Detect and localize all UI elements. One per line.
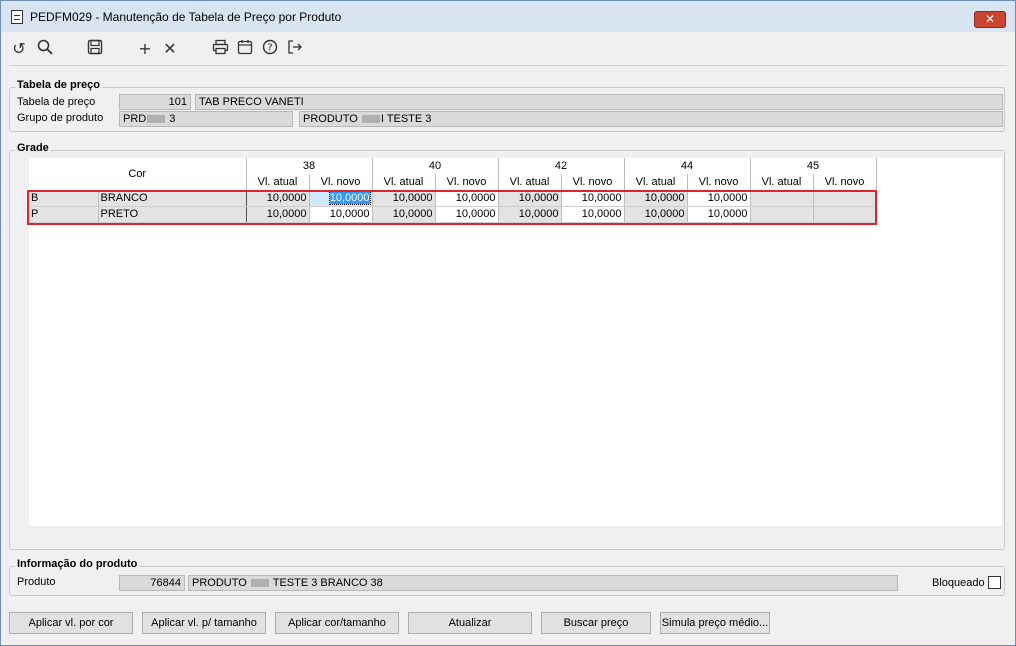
vl-atual-header: Vl. atual [372, 174, 436, 191]
vl-novo-header: Vl. novo [687, 174, 751, 191]
vl-atual-cell: 10,0000 [498, 206, 562, 223]
vl-novo-cell[interactable]: 10,0000 [435, 206, 499, 223]
grupo-produto-label: Grupo de produto [17, 112, 104, 124]
table-row[interactable]: P PRETO 10,0000 10,0000 10,0000 10,0000 … [29, 206, 877, 223]
tabela-preco-label: Tabela de preço [17, 96, 96, 108]
vl-novo-cell[interactable]: 10,0000 [561, 206, 625, 223]
vl-atual-cell: 10,0000 [624, 206, 688, 223]
document-icon [11, 9, 23, 24]
aplicar-por-tamanho-button[interactable]: Aplicar vl. p/ tamanho [142, 612, 266, 634]
main-window: PEDFM029 - Manutenção de Tabela de Preço… [0, 0, 1016, 646]
vl-novo-header: Vl. novo [813, 174, 877, 191]
vl-atual-cell [750, 206, 814, 223]
buscar-preco-button[interactable]: Buscar preço [541, 612, 651, 634]
grupo-name-suffix: I TESTE 3 [380, 113, 432, 125]
cor-code-cell[interactable]: P [29, 206, 99, 223]
save-icon[interactable] [85, 39, 105, 59]
produto-name-field[interactable]: PRODUTO TESTE 3 BRANCO 38 [188, 575, 898, 591]
vl-atual-cell [750, 190, 814, 207]
toolbar: ↺ + ✕ ? [1, 33, 1015, 65]
produto-code-field[interactable]: 76844 [119, 575, 185, 591]
vl-atual-header: Vl. atual [246, 174, 310, 191]
vl-atual-header: Vl. atual [750, 174, 814, 191]
grupo-code-suffix: 3 [169, 113, 176, 125]
grupo-name-prefix: PRODUTO [303, 113, 358, 125]
simula-preco-medio-button[interactable]: Simula preço médio... [660, 612, 770, 634]
vl-atual-header: Vl. atual [498, 174, 562, 191]
calendar-icon[interactable] [235, 39, 255, 59]
tabela-name-field[interactable]: TAB PRECO VANETI [195, 94, 1003, 110]
grade-grid[interactable]: Cor 38 40 42 44 45 Vl. atual Vl. novo Vl… [29, 158, 1002, 526]
redacted-mark [250, 579, 269, 588]
grupo-code-field[interactable]: PRD 3 [119, 111, 293, 127]
produto-name-prefix: PRODUTO [192, 577, 247, 589]
produto-name-suffix: TESTE 3 BRANCO 38 [272, 577, 383, 589]
size-header: 38 [246, 158, 373, 174]
exit-icon[interactable] [285, 39, 305, 59]
delete-icon[interactable]: ✕ [160, 39, 180, 59]
vl-atual-cell: 10,0000 [246, 206, 310, 223]
redacted-mark [147, 115, 166, 124]
grupo-code-prefix: PRD [123, 113, 147, 125]
vl-atual-cell: 10,0000 [246, 190, 310, 207]
window-title: PEDFM029 - Manutenção de Tabela de Preço… [30, 9, 342, 24]
vl-novo-cell[interactable]: 10,0000 [309, 190, 373, 207]
cor-header: Cor [29, 158, 247, 191]
tabela-preco-legend: Tabela de preço [15, 79, 102, 91]
search-icon[interactable] [35, 39, 55, 59]
produto-label: Produto [17, 576, 56, 588]
selected-value[interactable]: 10,0000 [328, 191, 371, 205]
svg-text:?: ? [267, 43, 272, 54]
vl-novo-cell[interactable] [813, 206, 877, 223]
vl-novo-cell[interactable]: 10,0000 [309, 206, 373, 223]
bloqueado-label: Bloqueado [932, 577, 985, 589]
vl-atual-cell: 10,0000 [372, 190, 436, 207]
cor-code-cell[interactable]: B [29, 190, 99, 207]
vl-atual-cell: 10,0000 [372, 206, 436, 223]
cor-name-cell[interactable]: BRANCO [98, 190, 247, 207]
title-bar: PEDFM029 - Manutenção de Tabela de Preço… [1, 1, 1015, 32]
vl-novo-header: Vl. novo [435, 174, 499, 191]
vl-novo-header: Vl. novo [309, 174, 373, 191]
table-row[interactable]: B BRANCO 10,0000 10,0000 10,0000 10,0000… [29, 190, 877, 207]
print-icon[interactable] [210, 39, 230, 59]
close-button[interactable]: ✕ [974, 11, 1006, 28]
vl-atual-cell: 10,0000 [624, 190, 688, 207]
toolbar-divider [9, 65, 1007, 66]
vl-atual-header: Vl. atual [624, 174, 688, 191]
size-header: 45 [750, 158, 877, 174]
grade-legend: Grade [15, 142, 51, 154]
bloqueado-checkbox[interactable] [988, 576, 1001, 589]
vl-novo-cell[interactable]: 10,0000 [435, 190, 499, 207]
cor-name-cell[interactable]: PRETO [98, 206, 247, 223]
grupo-name-field[interactable]: PRODUTO I TESTE 3 [299, 111, 1003, 127]
aplicar-por-cor-button[interactable]: Aplicar vl. por cor [9, 612, 133, 634]
vl-novo-cell[interactable] [813, 190, 877, 207]
refresh-icon[interactable]: ↺ [9, 39, 29, 59]
add-icon[interactable]: + [135, 39, 155, 59]
vl-atual-cell: 10,0000 [498, 190, 562, 207]
produto-info-legend: Informação do produto [15, 558, 140, 570]
vl-novo-header: Vl. novo [561, 174, 625, 191]
help-icon[interactable]: ? [260, 39, 280, 59]
vl-novo-cell[interactable]: 10,0000 [687, 190, 751, 207]
tabela-code-field[interactable]: 101 [119, 94, 191, 110]
redacted-mark [361, 115, 380, 124]
vl-novo-cell[interactable]: 10,0000 [687, 206, 751, 223]
grade-table: Cor 38 40 42 44 45 Vl. atual Vl. novo Vl… [29, 158, 877, 223]
size-header: 42 [498, 158, 625, 174]
atualizar-button[interactable]: Atualizar [408, 612, 532, 634]
vl-novo-cell[interactable]: 10,0000 [561, 190, 625, 207]
aplicar-cor-tamanho-button[interactable]: Aplicar cor/tamanho [275, 612, 399, 634]
size-header: 40 [372, 158, 499, 174]
size-header: 44 [624, 158, 751, 174]
